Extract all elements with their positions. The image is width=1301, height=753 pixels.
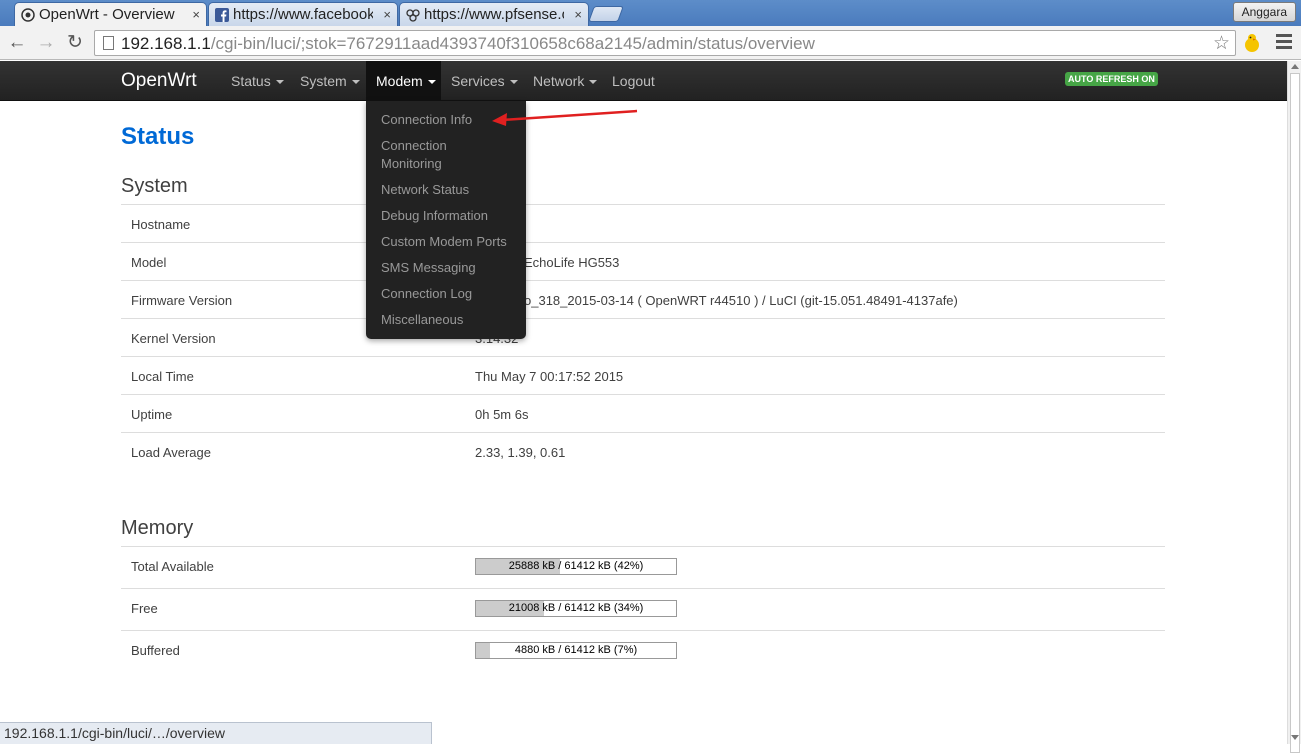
scroll-up-icon[interactable]: [1291, 64, 1299, 69]
nav-modem[interactable]: Modem: [376, 73, 436, 89]
caret-down-icon: [275, 80, 284, 85]
tab-openwrt[interactable]: OpenWrt - Overview ×: [14, 2, 207, 26]
memory-progress-bar: 4880 kB / 61412 kB (7%): [475, 642, 677, 659]
row-value: Thu May 7 00:17:52 2015: [475, 369, 624, 384]
table-row: Model EchoLife HG553: [121, 242, 1165, 280]
pfsense-favicon-icon: [406, 9, 420, 22]
tab-title: https://www.facebook.com: [233, 6, 373, 23]
menu-item-custom-modem-ports[interactable]: Custom Modem Ports: [381, 233, 516, 251]
caret-down-icon: [589, 80, 598, 85]
browser-toolbar: ← → ↻ 192.168.1.1/cgi-bin/luci/;stok=767…: [0, 26, 1301, 60]
table-row: Hostname e: [121, 204, 1165, 242]
menu-item-miscellaneous[interactable]: Miscellaneous: [381, 311, 516, 329]
url-host: 192.168.1.1: [121, 34, 211, 53]
progress-text: 4880 kB / 61412 kB (7%): [514, 644, 638, 656]
table-row: Buffered 4880 kB / 61412 kB (7%): [121, 630, 1165, 672]
tab-strip: OpenWrt - Overview × https://www.faceboo…: [0, 0, 1301, 26]
table-row: Firmware Version o_318_2015-03-14 ( Open…: [121, 280, 1165, 318]
nav-modem-label: Modem: [376, 73, 423, 89]
table-row: Load Average 2.33, 1.39, 0.61: [121, 432, 1165, 470]
nav-network[interactable]: Network: [533, 73, 598, 89]
nav-logout[interactable]: Logout: [612, 73, 655, 89]
scroll-down-icon[interactable]: [1291, 735, 1299, 740]
url-path: /cgi-bin/luci/;stok=7672911aad4393740f31…: [210, 34, 815, 53]
reload-icon[interactable]: ↻: [64, 32, 86, 54]
table-row: Kernel Version 3.14.32: [121, 318, 1165, 356]
nav-status[interactable]: Status: [231, 73, 284, 89]
row-label: Firmware Version: [131, 293, 233, 308]
caret-down-icon: [427, 80, 436, 85]
tab-pfsense[interactable]: https://www.pfsense.org ×: [399, 2, 589, 26]
row-label: Total Available: [131, 559, 214, 574]
close-tab-icon[interactable]: ×: [574, 7, 582, 22]
row-label: Free: [131, 601, 158, 616]
brand-logo[interactable]: OpenWrt: [121, 70, 197, 92]
nav-services[interactable]: Services: [451, 73, 518, 89]
extension-chick-icon[interactable]: [1242, 32, 1262, 54]
nav-status-label: Status: [231, 73, 271, 89]
row-label: Kernel Version: [131, 331, 216, 346]
progress-text: 25888 kB / 61412 kB (42%): [508, 560, 644, 572]
tab-title: https://www.pfsense.org: [424, 6, 564, 23]
menu-item-sms-messaging[interactable]: SMS Messaging: [381, 259, 516, 277]
row-value: 2.33, 1.39, 0.61: [475, 445, 566, 460]
row-label: Hostname: [131, 217, 191, 232]
close-tab-icon[interactable]: ×: [192, 7, 200, 22]
caret-down-icon: [351, 80, 360, 85]
menu-item-network-status[interactable]: Network Status: [381, 181, 516, 199]
browser-menu-icon[interactable]: [1276, 34, 1292, 52]
link-status-bar: 192.168.1.1/cgi-bin/luci/…/overview: [0, 722, 432, 744]
row-label: Local Time: [131, 369, 194, 384]
bookmark-star-icon[interactable]: ☆: [1213, 32, 1230, 55]
menu-item-debug-information[interactable]: Debug Information: [381, 207, 516, 225]
menu-item-connection-log[interactable]: Connection Log: [381, 285, 516, 303]
caret-down-icon: [509, 80, 518, 85]
page-icon: [103, 36, 114, 50]
table-row: Total Available 25888 kB / 61412 kB (42%…: [121, 546, 1165, 588]
progress-text: 21008 kB / 61412 kB (34%): [508, 602, 644, 614]
row-label: Load Average: [131, 445, 211, 460]
row-value: o_318_2015-03-14 ( OpenWRT r44510 ) / Lu…: [524, 293, 958, 308]
page-title: Status: [121, 123, 195, 150]
modem-dropdown-menu: Connection Info Connection Monitoring Ne…: [366, 101, 526, 339]
back-arrow-icon[interactable]: ←: [6, 32, 28, 54]
tab-facebook[interactable]: https://www.facebook.com ×: [208, 2, 398, 26]
forward-arrow-icon[interactable]: →: [35, 32, 57, 54]
row-label: Uptime: [131, 407, 173, 422]
table-row: Local Time Thu May 7 00:17:52 2015: [121, 356, 1165, 394]
annotation-arrow-icon: [492, 109, 638, 126]
auto-refresh-badge[interactable]: AUTO REFRESH ON: [1065, 72, 1158, 86]
table-row: Free 21008 kB / 61412 kB (34%): [121, 588, 1165, 630]
openwrt-favicon-icon: [21, 8, 35, 22]
facebook-favicon-icon: [215, 8, 229, 22]
memory-progress-bar: 21008 kB / 61412 kB (34%): [475, 600, 677, 617]
table-row: Uptime 0h 5m 6s: [121, 394, 1165, 432]
tab-title: OpenWrt - Overview: [39, 6, 175, 23]
scroll-thumb[interactable]: [1290, 73, 1300, 753]
new-tab-button[interactable]: [588, 6, 624, 22]
menu-item-connection-monitoring[interactable]: Connection Monitoring: [381, 137, 491, 173]
nav-logout-label: Logout: [612, 73, 655, 89]
row-value: 0h 5m 6s: [475, 407, 529, 422]
profile-button[interactable]: Anggara: [1232, 2, 1296, 22]
row-label: Model: [131, 255, 167, 270]
section-title-system: System: [121, 175, 188, 197]
nav-services-label: Services: [451, 73, 505, 89]
nav-system[interactable]: System: [300, 73, 360, 89]
nav-network-label: Network: [533, 73, 585, 89]
row-label: Buffered: [131, 643, 180, 658]
section-title-memory: Memory: [121, 517, 194, 539]
row-value: EchoLife HG553: [524, 255, 620, 270]
close-tab-icon[interactable]: ×: [383, 7, 391, 22]
nav-system-label: System: [300, 73, 347, 89]
page-scrollbar[interactable]: [1287, 61, 1301, 753]
address-bar[interactable]: 192.168.1.1/cgi-bin/luci/;stok=7672911aa…: [94, 30, 1236, 56]
memory-progress-bar: 25888 kB / 61412 kB (42%): [475, 558, 677, 575]
